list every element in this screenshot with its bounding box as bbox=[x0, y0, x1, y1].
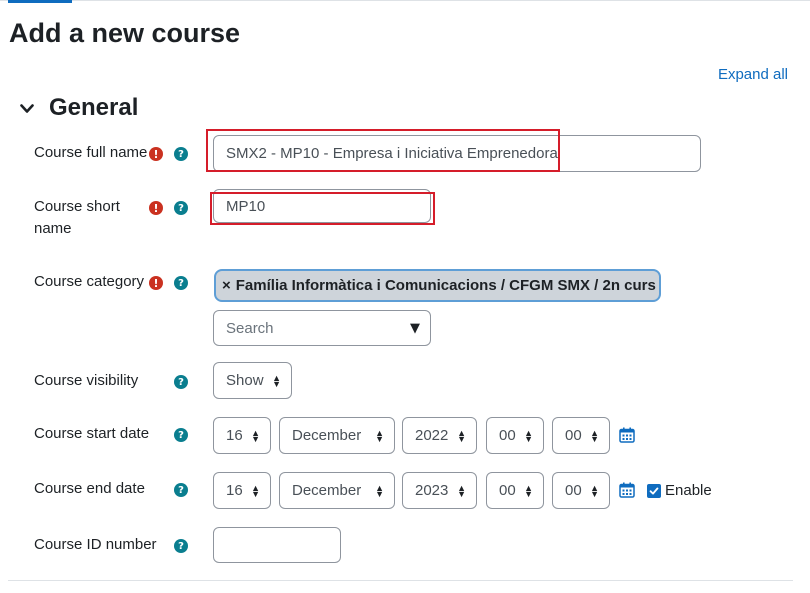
calendar-icon[interactable] bbox=[619, 482, 635, 498]
startdate-minute-value: 00 bbox=[565, 427, 582, 444]
visibility-value: Show bbox=[226, 372, 264, 389]
category-selected-text: Família Informàtica i Comunicacions / CF… bbox=[235, 277, 656, 294]
enddate-minute-select[interactable]: 00 ▲ ▼ bbox=[552, 472, 610, 509]
startdate-hour-value: 00 bbox=[499, 427, 516, 444]
help-icon[interactable]: ? bbox=[174, 147, 188, 161]
chevron-down-icon bbox=[20, 101, 34, 119]
startdate-day-select[interactable]: 16 ▲ ▼ bbox=[213, 417, 271, 454]
enddate-year-select[interactable]: 2023 ▲ ▼ bbox=[402, 472, 477, 509]
startdate-hour-select[interactable]: 00 ▲ ▼ bbox=[486, 417, 544, 454]
updown-arrows-icon: ▲ ▼ bbox=[590, 427, 599, 444]
enddate-day-value: 16 bbox=[226, 482, 243, 499]
dropdown-arrow-icon: ▼ bbox=[410, 320, 420, 336]
enddate-month-value: December bbox=[292, 482, 362, 499]
updown-arrows-icon: ▲ ▼ bbox=[375, 482, 384, 499]
updown-arrows-icon: ▲ ▼ bbox=[524, 482, 533, 499]
enddate-minute-value: 00 bbox=[565, 482, 582, 499]
section-divider bbox=[8, 580, 793, 581]
required-icon: ! bbox=[149, 276, 163, 290]
shortname-label-line1: Course short bbox=[34, 198, 120, 215]
question-icon: ? bbox=[174, 147, 188, 161]
updown-arrows-icon: ▲ ▼ bbox=[457, 427, 466, 444]
fullname-label: Course full name bbox=[34, 144, 148, 161]
question-icon: ? bbox=[174, 428, 188, 442]
fullname-input[interactable]: SMX2 - MP10 - Empresa i Iniciativa Empre… bbox=[213, 135, 701, 172]
active-tab-indicator bbox=[8, 0, 72, 3]
help-icon[interactable]: ? bbox=[174, 428, 188, 442]
startdate-year-value: 2022 bbox=[415, 427, 449, 444]
updown-arrows-icon: ▲ ▼ bbox=[272, 372, 281, 389]
question-icon: ? bbox=[174, 483, 188, 497]
enddate-hour-value: 00 bbox=[499, 482, 516, 499]
help-icon[interactable]: ? bbox=[174, 483, 188, 497]
question-icon: ? bbox=[174, 375, 188, 389]
enddate-month-select[interactable]: December ▲ ▼ bbox=[279, 472, 395, 509]
visibility-label: Course visibility bbox=[34, 372, 139, 389]
enddate-year-value: 2023 bbox=[415, 482, 449, 499]
visibility-select[interactable]: Show ▲ ▼ bbox=[213, 362, 292, 399]
category-search-placeholder: Search bbox=[226, 319, 274, 337]
remove-chip-icon[interactable]: × bbox=[222, 277, 231, 294]
shortname-input[interactable]: MP10 bbox=[213, 189, 431, 223]
startdate-month-select[interactable]: December ▲ ▼ bbox=[279, 417, 395, 454]
enddate-day-select[interactable]: 16 ▲ ▼ bbox=[213, 472, 271, 509]
startdate-label: Course start date bbox=[34, 425, 150, 442]
required-icon: ! bbox=[149, 147, 163, 161]
enable-enddate-checkbox[interactable] bbox=[647, 484, 661, 498]
updown-arrows-icon: ▲ ▼ bbox=[375, 427, 384, 444]
page-title: Add a new course bbox=[9, 18, 241, 48]
shortname-label-line2: name bbox=[34, 220, 72, 237]
category-search-select[interactable]: Search ▼ bbox=[213, 310, 431, 346]
startdate-day-value: 16 bbox=[226, 427, 243, 444]
enable-enddate-label[interactable]: Enable bbox=[665, 480, 712, 502]
updown-arrows-icon: ▲ ▼ bbox=[251, 427, 260, 444]
top-divider bbox=[0, 0, 810, 1]
startdate-year-select[interactable]: 2022 ▲ ▼ bbox=[402, 417, 477, 454]
category-selected-chip[interactable]: × Família Informàtica i Comunicacions / … bbox=[214, 269, 661, 302]
updown-arrows-icon: ▲ ▼ bbox=[524, 427, 533, 444]
question-icon: ? bbox=[174, 201, 188, 215]
updown-arrows-icon: ▲ ▼ bbox=[251, 482, 260, 499]
expand-all-link[interactable]: Expand all bbox=[718, 66, 788, 83]
category-label: Course category bbox=[34, 273, 145, 290]
enddate-label: Course end date bbox=[34, 480, 145, 497]
updown-arrows-icon: ▲ ▼ bbox=[590, 482, 599, 499]
required-icon: ! bbox=[149, 201, 163, 215]
idnumber-label: Course ID number bbox=[34, 536, 157, 553]
startdate-minute-select[interactable]: 00 ▲ ▼ bbox=[552, 417, 610, 454]
help-icon[interactable]: ? bbox=[174, 276, 188, 290]
question-icon: ? bbox=[174, 276, 188, 290]
question-icon: ? bbox=[174, 539, 188, 553]
updown-arrows-icon: ▲ ▼ bbox=[457, 482, 466, 499]
section-title-general: General bbox=[49, 94, 139, 121]
help-icon[interactable]: ? bbox=[174, 539, 188, 553]
help-icon[interactable]: ? bbox=[174, 201, 188, 215]
help-icon[interactable]: ? bbox=[174, 375, 188, 389]
calendar-icon[interactable] bbox=[619, 427, 635, 443]
idnumber-input[interactable] bbox=[213, 527, 341, 563]
section-collapse-toggle[interactable] bbox=[14, 98, 40, 122]
enddate-hour-select[interactable]: 00 ▲ ▼ bbox=[486, 472, 544, 509]
startdate-month-value: December bbox=[292, 427, 362, 444]
